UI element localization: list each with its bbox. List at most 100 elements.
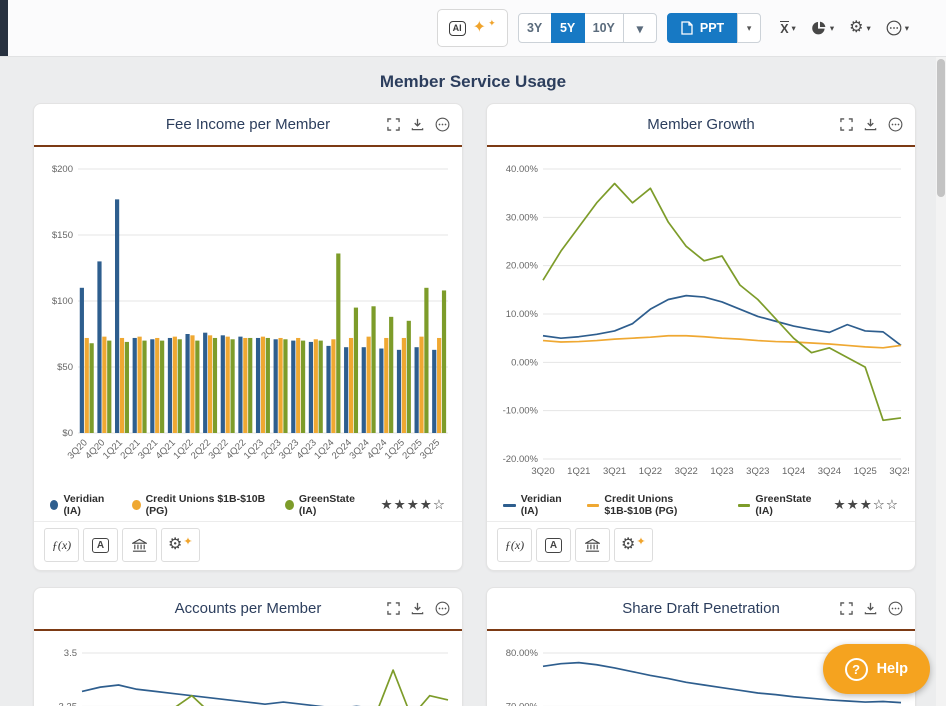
rating-stars[interactable]: ★★★★☆ xyxy=(380,497,446,513)
sparkle-icon: ✦ xyxy=(183,535,193,548)
range-5y-button[interactable]: 5Y xyxy=(550,13,585,43)
help-button[interactable]: ? Help xyxy=(822,644,930,694)
download-icon[interactable] xyxy=(409,116,426,133)
panel-title: Member Growth xyxy=(647,116,755,133)
export-group: PPT ▾ xyxy=(666,13,762,43)
download-icon[interactable] xyxy=(862,600,879,617)
panel-fee-income-per-member: Fee Income per Member $0 $50 $100 $150 $200 3… xyxy=(33,103,463,571)
chart-toolbar: ƒ(x) A ⚙ ✦ xyxy=(34,521,462,570)
rating-stars[interactable]: ★★★☆☆ xyxy=(833,497,899,513)
svg-text:3.25: 3.25 xyxy=(59,701,78,706)
legend-marker xyxy=(503,503,516,507)
sidebar-edge[interactable] xyxy=(0,0,8,56)
scrollbar-track[interactable] xyxy=(936,57,946,706)
more-options-icon[interactable] xyxy=(886,115,905,134)
legend-label: Veridian (IA) xyxy=(520,493,562,517)
question-mark-icon: ? xyxy=(844,657,868,681)
legend-item-peer-group[interactable]: Credit Unions $1B-$10B (PG) xyxy=(132,493,268,517)
panel-header: Accounts per Member xyxy=(34,588,462,631)
institution-button[interactable] xyxy=(122,528,157,562)
panel-header: Share Draft Penetration xyxy=(487,588,915,631)
range-10y-button[interactable]: 10Y xyxy=(583,13,624,43)
more-options-icon[interactable] xyxy=(433,115,452,134)
chevron-down-icon: ▾ xyxy=(904,22,909,33)
svg-text:-10.00%: -10.00% xyxy=(503,406,539,417)
accounts-per-member-chart[interactable]: 2.7533.253.53Q201Q213Q211Q223Q221Q233Q23… xyxy=(42,639,456,706)
annotation-button[interactable]: A xyxy=(83,528,118,562)
gear-icon: ⚙ xyxy=(621,536,636,553)
expand-icon[interactable] xyxy=(838,116,855,133)
panel-actions xyxy=(838,588,905,629)
svg-text:80.00%: 80.00% xyxy=(506,648,539,659)
legend-item-greenstate[interactable]: GreenState (IA) xyxy=(285,493,363,517)
ppt-export-button[interactable]: PPT xyxy=(666,13,739,43)
gear-icon: ⚙ xyxy=(849,19,864,36)
ppt-dropdown-button[interactable]: ▾ xyxy=(737,13,762,43)
more-options-icon[interactable] xyxy=(886,599,905,618)
panel-member-growth: Member Growth -20.00% -10.00% 0.00% 10.00% 2… xyxy=(486,103,916,571)
range-3y-button[interactable]: 3Y xyxy=(517,13,552,43)
average-menu-button[interactable]: X ▾ xyxy=(775,17,801,40)
chart-legend: Veridian (IA) Credit Unions $1B-$10B (PG… xyxy=(34,490,462,521)
gear-icon: ⚙ xyxy=(168,536,183,553)
ai-assistant-button[interactable]: AI ✦ ✦ xyxy=(436,9,508,47)
panel-actions xyxy=(385,588,452,629)
legend-item-veridian[interactable]: Veridian (IA) xyxy=(50,493,115,517)
svg-text:70.00%: 70.00% xyxy=(506,701,539,706)
svg-text:3Q24: 3Q24 xyxy=(818,466,841,477)
svg-text:20.00%: 20.00% xyxy=(506,261,539,272)
legend-item-greenstate[interactable]: GreenState (IA) xyxy=(737,493,817,517)
help-label: Help xyxy=(876,661,908,677)
formula-button[interactable]: ƒ(x) xyxy=(44,528,79,562)
svg-text:30.00%: 30.00% xyxy=(506,212,539,223)
institution-button[interactable] xyxy=(575,528,610,562)
chevron-down-icon: ▾ xyxy=(866,22,871,33)
ai-settings-button[interactable]: ⚙ ✦ xyxy=(161,528,200,562)
legend-marker xyxy=(737,503,751,507)
legend-item-veridian[interactable]: Veridian (IA) xyxy=(503,493,570,517)
svg-text:$100: $100 xyxy=(52,296,73,307)
formula-icon: ƒ(x) xyxy=(504,537,525,552)
ai-settings-button[interactable]: ⚙ ✦ xyxy=(614,528,653,562)
panel-actions xyxy=(838,104,905,145)
sparkle-icon: ✦ xyxy=(472,19,487,36)
ai-icon: AI xyxy=(448,20,466,36)
legend-marker xyxy=(132,500,141,510)
chevron-down-icon: ▾ xyxy=(746,22,752,33)
legend-label: Veridian (IA) xyxy=(63,493,105,517)
legend-label: GreenState (IA) xyxy=(298,493,355,517)
legend-label: Credit Unions $1B-$10B (PG) xyxy=(604,493,678,517)
expand-icon[interactable] xyxy=(838,600,855,617)
chart-area: -20.00% -10.00% 0.00% 10.00% 20.00% 30.00% 40.… xyxy=(487,147,915,490)
panel-accounts-per-member: Accounts per Member 2.7533.253.53Q201Q21… xyxy=(33,587,463,706)
formula-button[interactable]: ƒ(x) xyxy=(497,528,532,562)
svg-text:1Q22: 1Q22 xyxy=(639,466,662,477)
average-icon: X xyxy=(780,20,789,36)
member-growth-chart[interactable]: -20.00% -10.00% 0.00% 10.00% 20.00% 30.00% 40.… xyxy=(495,155,913,485)
fee-income-chart[interactable]: $0$50$100$150$2003Q204Q201Q212Q213Q214Q2… xyxy=(42,155,456,485)
chart-area: $0 $50 $100 $150 $200 3Q20 4Q20 1Q21 2Q21 3Q21 4Q2… xyxy=(34,147,462,490)
panel-header: Member Growth xyxy=(487,104,915,147)
svg-text:3Q22: 3Q22 xyxy=(675,466,698,477)
expand-icon[interactable] xyxy=(385,116,402,133)
download-icon[interactable] xyxy=(862,116,879,133)
sparkle-small-icon: ✦ xyxy=(488,17,496,28)
legend-item-peer-group[interactable]: Credit Unions $1B-$10B (PG) xyxy=(586,493,721,517)
scrollbar-thumb[interactable] xyxy=(937,59,945,197)
download-icon[interactable] xyxy=(409,600,426,617)
more-options-icon[interactable] xyxy=(433,599,452,618)
svg-text:$150: $150 xyxy=(52,230,73,241)
svg-text:3Q25: 3Q25 xyxy=(889,466,909,477)
settings-menu-button[interactable]: ⚙ ▾ xyxy=(844,16,876,40)
range-dropdown-button[interactable]: ▾ xyxy=(622,13,657,43)
bank-icon xyxy=(585,538,600,552)
more-menu-button[interactable]: ▾ xyxy=(881,16,914,40)
panel-actions xyxy=(385,104,452,145)
chart-type-menu-button[interactable]: ▾ xyxy=(806,16,839,40)
annotation-button[interactable]: A xyxy=(536,528,571,562)
svg-text:1Q25: 1Q25 xyxy=(854,466,877,477)
legend-marker xyxy=(586,503,600,507)
dashboard-grid: Fee Income per Member $0 $50 $100 $150 $200 3… xyxy=(0,103,946,706)
legend-marker xyxy=(50,500,59,510)
expand-icon[interactable] xyxy=(385,600,402,617)
